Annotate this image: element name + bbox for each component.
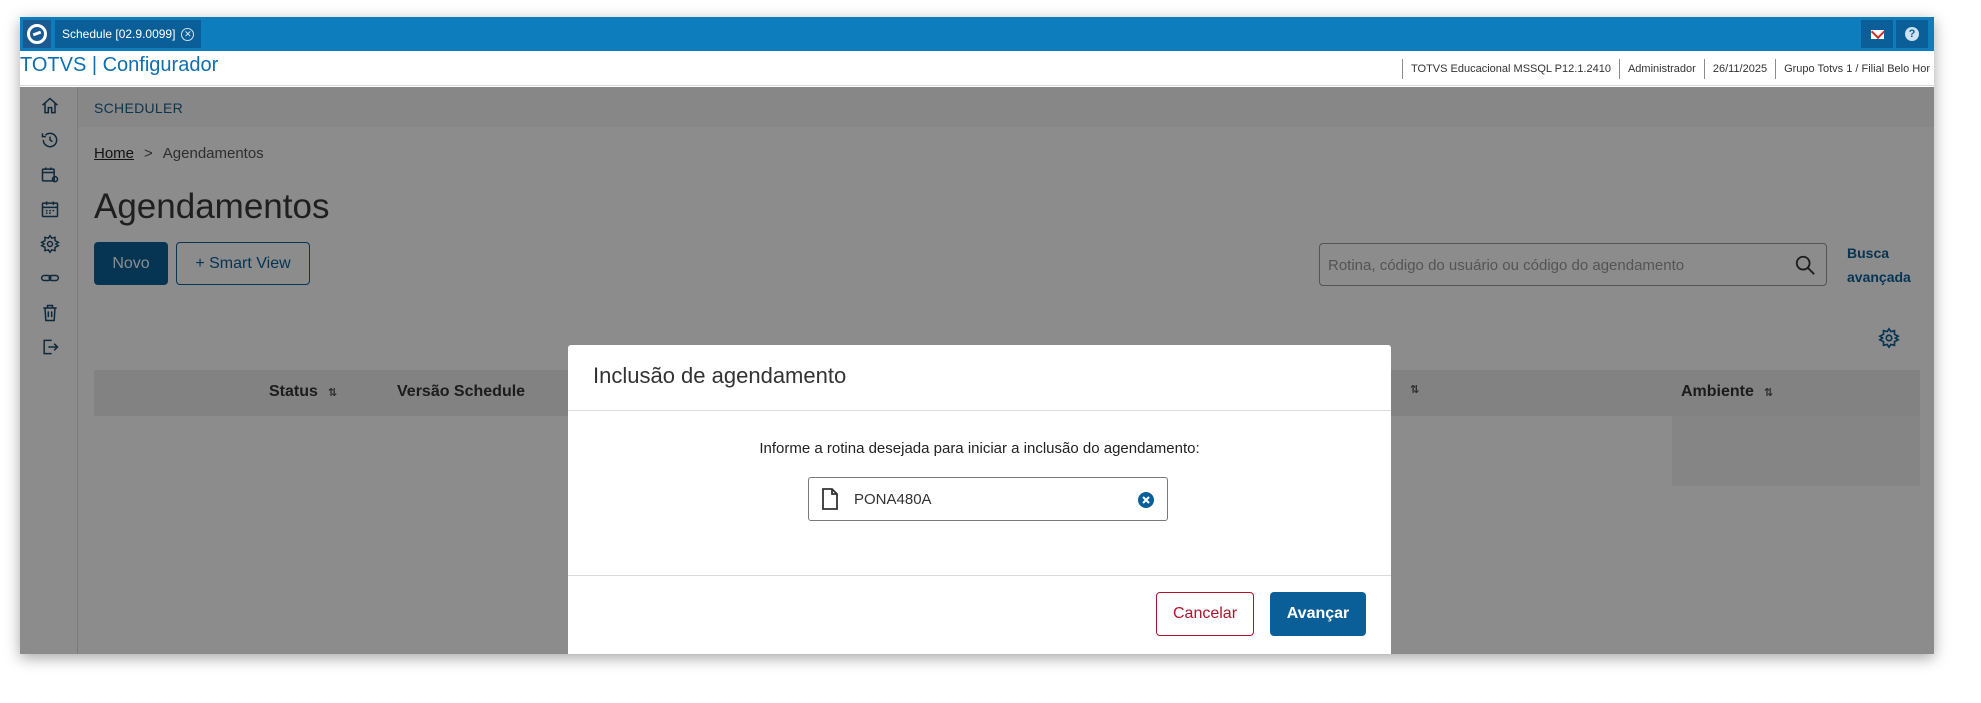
app-header: TOTVS | Configurador TOTVS Educacional M… <box>20 51 1934 86</box>
routine-input[interactable]: PONA480A <box>808 477 1168 521</box>
app-window: Schedule [02.9.0099] ✕ ? TOTVS | Configu… <box>20 17 1934 654</box>
clear-icon[interactable] <box>1137 491 1155 509</box>
mail-button[interactable] <box>1861 20 1893 48</box>
tab-label: Schedule [02.9.0099] <box>62 27 176 41</box>
tab-close-icon[interactable]: ✕ <box>181 27 195 41</box>
status-branch: Grupo Totvs 1 / Filial Belo Hor <box>1775 58 1934 79</box>
dialog-title: Inclusão de agendamento <box>593 363 847 388</box>
help-button[interactable]: ? <box>1896 20 1928 48</box>
dialog-footer-divider <box>568 575 1391 576</box>
file-icon <box>822 488 838 510</box>
help-icon: ? <box>1905 27 1919 41</box>
tab-schedule[interactable]: Schedule [02.9.0099] ✕ <box>55 20 202 48</box>
dialog-message: Informe a rotina desejada para iniciar a… <box>759 440 1200 457</box>
totvs-logo-icon[interactable] <box>23 20 51 48</box>
brand-title: TOTVS | Configurador <box>20 54 219 76</box>
status-bar: TOTVS Educacional MSSQL P12.1.2410 Admin… <box>1402 57 1934 80</box>
cancel-button[interactable]: Cancelar <box>1156 592 1254 636</box>
status-date: 26/11/2025 <box>1703 58 1775 79</box>
include-schedule-dialog: Inclusão de agendamento Informe a rotina… <box>568 345 1391 654</box>
status-user: Administrador <box>1618 58 1704 79</box>
app-area: SCHEDULER Home > Agendamentos Agendament… <box>20 87 1934 654</box>
routine-value: PONA480A <box>854 491 932 508</box>
mail-icon <box>1870 29 1884 39</box>
dialog-divider <box>568 410 1391 411</box>
status-environment: TOTVS Educacional MSSQL P12.1.2410 <box>1402 58 1619 79</box>
top-bar: Schedule [02.9.0099] ✕ ? <box>20 17 1934 51</box>
next-button[interactable]: Avançar <box>1270 592 1366 636</box>
